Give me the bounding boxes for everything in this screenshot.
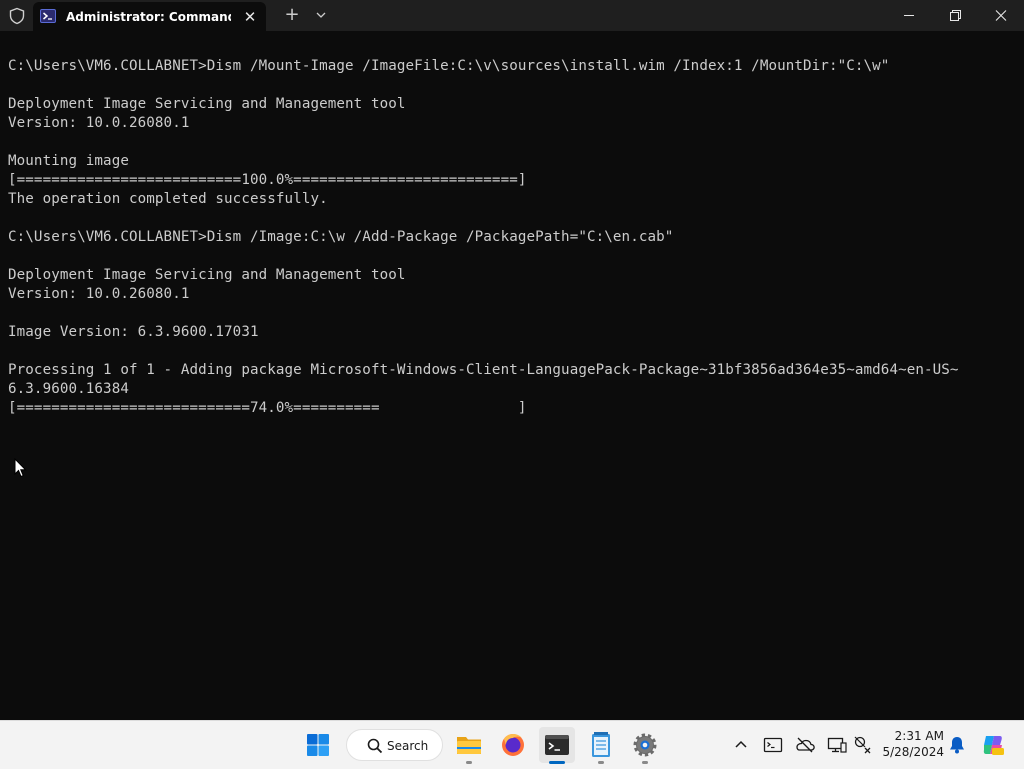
new-tab-button[interactable]: +: [280, 4, 304, 26]
file-explorer-icon[interactable]: [451, 727, 487, 763]
terminal-line: Mounting image: [8, 153, 129, 169]
display-icon[interactable]: [825, 733, 849, 757]
title-bar[interactable]: Administrator: Command Prompt ✕ +: [0, 0, 1024, 31]
package-progress-bar: [===========================74.0%=======…: [8, 400, 527, 416]
chevron-up-icon[interactable]: [729, 733, 753, 757]
terminal-line: 6.3.9600.16384: [8, 381, 129, 397]
notepad-icon[interactable]: [583, 727, 619, 763]
tab-command-prompt[interactable]: Administrator: Command Prompt ✕: [33, 2, 266, 31]
terminal-line: Processing 1 of 1 - Adding package Micro…: [8, 362, 959, 378]
close-tab-icon[interactable]: ✕: [240, 7, 260, 27]
terminal-tray-icon[interactable]: [761, 733, 785, 757]
active-indicator: [549, 761, 565, 764]
copilot-icon[interactable]: [980, 732, 1006, 758]
start-icon[interactable]: [300, 727, 336, 763]
terminal-line: Deployment Image Servicing and Managemen…: [8, 267, 406, 283]
command-prompt-icon: [40, 9, 56, 23]
search-label: Search: [387, 739, 429, 753]
settings-icon[interactable]: [627, 727, 663, 763]
terminal-line: Deployment Image Servicing and Managemen…: [8, 96, 406, 112]
firefox-icon[interactable]: [495, 727, 531, 763]
system-clock[interactable]: 2:31 AM 5/28/2024: [880, 728, 944, 762]
terminal-line: C:\Users\VM6.COLLABNET>Dism /Image:C:\w …: [8, 229, 674, 245]
clock-date: 5/28/2024: [882, 745, 944, 759]
running-indicator: [598, 761, 604, 764]
terminal-line: C:\Users\VM6.COLLABNET>Dism /Mount-Image…: [8, 58, 890, 74]
terminal-line: Image Version: 6.3.9600.17031: [8, 324, 259, 340]
minimize-button[interactable]: [886, 0, 932, 31]
terminal-line: Version: 10.0.26080.1: [8, 286, 190, 302]
terminal-output[interactable]: C:\Users\VM6.COLLABNET>Dism /Mount-Image…: [8, 57, 1016, 707]
shield-icon: [9, 7, 25, 25]
network-icon[interactable]: [851, 733, 875, 757]
terminal-icon[interactable]: [539, 727, 575, 763]
close-window-button[interactable]: [978, 0, 1024, 31]
terminal-line: The operation completed successfully.: [8, 191, 328, 207]
taskbar: Search 2:31 AM 5/28/2024: [0, 720, 1024, 769]
onedrive-offline-icon[interactable]: [793, 733, 817, 757]
running-indicator: [466, 761, 472, 764]
search-box[interactable]: Search: [346, 729, 443, 761]
chevron-down-icon[interactable]: [310, 4, 332, 26]
running-indicator: [642, 761, 648, 764]
mouse-cursor-icon: [14, 458, 27, 478]
clock-time: 2:31 AM: [894, 729, 944, 743]
search-icon: [367, 738, 383, 754]
terminal-line: Version: 10.0.26080.1: [8, 115, 190, 131]
mount-progress-bar: [==========================100.0%=======…: [8, 172, 527, 188]
restore-button[interactable]: [932, 0, 978, 31]
notification-bell-icon[interactable]: [945, 733, 969, 757]
tab-title: Administrator: Command Prompt: [66, 10, 231, 24]
terminal-window: Administrator: Command Prompt ✕ + C:\Use…: [0, 0, 1024, 720]
